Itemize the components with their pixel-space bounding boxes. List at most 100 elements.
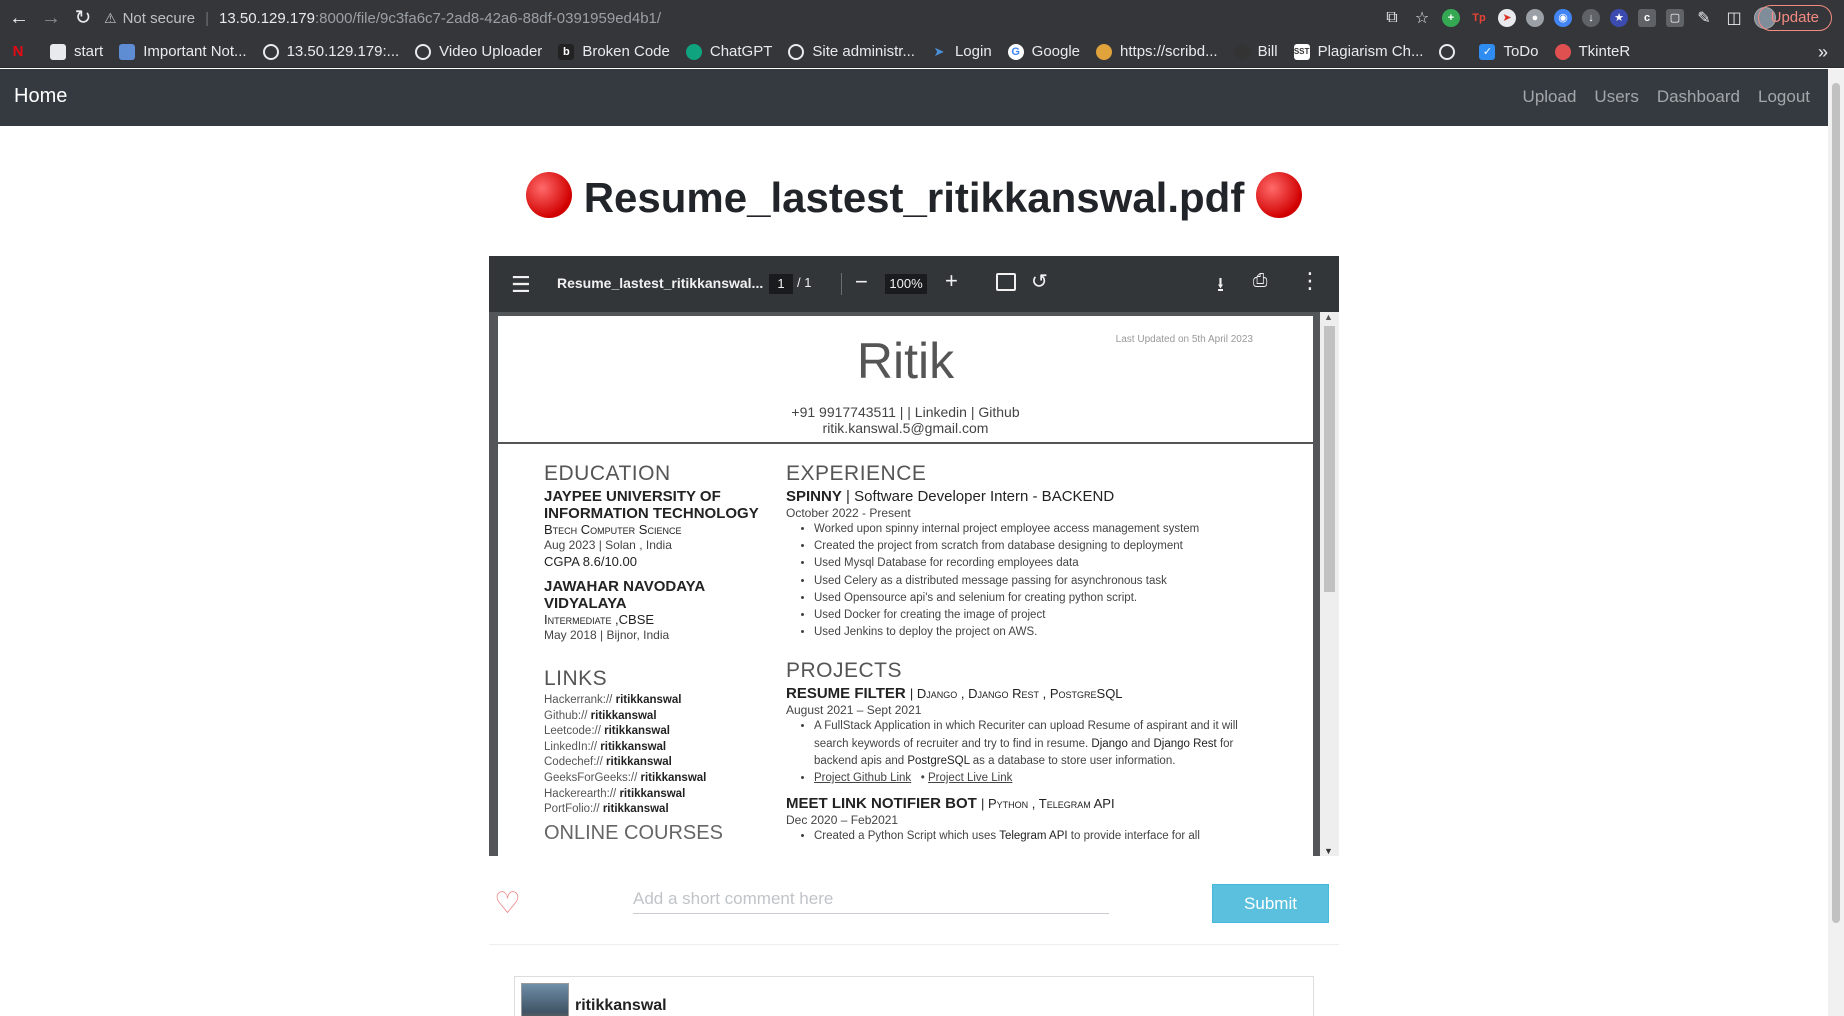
rotate-icon[interactable]: ↺ — [1031, 269, 1048, 294]
bookmark-12[interactable] — [1439, 43, 1463, 60]
submit-button[interactable]: Submit — [1212, 884, 1329, 923]
bookmark-9[interactable]: https://scribd... — [1096, 43, 1218, 60]
link-item[interactable]: GeeksForGeeks:// ritikkanswal — [544, 771, 764, 787]
site-brand-home[interactable]: Home — [14, 85, 67, 108]
page-number-input[interactable]: 1 — [769, 274, 793, 294]
puzzle-icon[interactable]: ✎ — [1694, 8, 1714, 28]
link-item[interactable]: Codechef:// ritikkanswal — [544, 755, 764, 771]
bookmark-7[interactable]: ➤ Login — [931, 43, 992, 60]
zoom-in-icon[interactable]: + — [945, 268, 958, 294]
proj1-name: RESUME FILTER — [786, 685, 906, 703]
download-icon[interactable]: ⭳ — [1217, 270, 1224, 304]
pdf-scrollbar[interactable]: ▲ ▼ — [1320, 312, 1339, 856]
link-item[interactable]: PortFolio:// ritikkanswal — [544, 802, 764, 818]
pdf-scrollbar-thumb[interactable] — [1324, 326, 1335, 592]
link-item[interactable]: LinkedIn:// ritikkanswal — [544, 740, 764, 756]
proj1-stack: | Django , Django Rest , PostgreSQL — [909, 686, 1123, 702]
comment-username[interactable]: ritikkanswal — [575, 997, 667, 1015]
zoom-out-icon[interactable]: − — [855, 269, 868, 295]
scroll-up-icon[interactable]: ▲ — [1324, 312, 1333, 322]
bill-icon — [1233, 43, 1250, 60]
bookmark-1[interactable]: Important Not... — [119, 43, 247, 60]
side-panel-icon[interactable]: ◫ — [1724, 8, 1744, 28]
scroll-down-icon[interactable]: ▼ — [1324, 846, 1333, 856]
proj1-title: RESUME FILTER | Django , Django Rest , P… — [786, 685, 1266, 703]
extension-shield-icon[interactable]: ★ — [1610, 9, 1628, 27]
page-scrollbar-thumb[interactable] — [1832, 83, 1840, 923]
page-scrollbar[interactable] — [1828, 69, 1844, 1016]
proj1-github-link[interactable]: Project Github Link — [814, 772, 911, 784]
extension-arrow-icon[interactable]: ➤ — [1498, 9, 1516, 27]
bookmark-6[interactable]: Site administr... — [788, 43, 915, 60]
print-icon[interactable]: ⎙ — [1253, 270, 1267, 291]
nav-dashboard[interactable]: Dashboard — [1657, 87, 1740, 107]
bookmark-11[interactable]: SST Plagiarism Ch... — [1293, 43, 1423, 60]
bookmark-5[interactable]: ChatGPT — [685, 43, 772, 60]
proj2-title: MEET LINK NOTIFIER BOT | Python , Telegr… — [786, 795, 1266, 813]
job-bullets: Worked upon spinny internal project empl… — [814, 521, 1266, 641]
extension-color-icon[interactable]: ◉ — [1554, 9, 1572, 27]
extension-gray-icon[interactable]: ● — [1526, 9, 1544, 27]
bookmark-0[interactable]: start — [50, 43, 103, 60]
todo-icon: ✓ — [1479, 43, 1496, 60]
bookmark-14[interactable]: TkinteR — [1554, 43, 1630, 60]
proj2-bullets: Created a Python Script which uses Teleg… — [814, 828, 1266, 845]
back-icon[interactable]: ← — [6, 5, 32, 31]
fit-page-icon[interactable] — [996, 273, 1016, 291]
warning-icon: ⚠ — [104, 9, 117, 26]
comment-input[interactable] — [633, 884, 1109, 914]
zoom-level-input[interactable]: 100% — [885, 274, 927, 294]
list-item: Used Mysql Database for recording employ… — [814, 555, 1266, 572]
bookmark-4[interactable]: b Broken Code — [558, 43, 670, 60]
address-bar[interactable]: ⚠ Not secure | 13.50.129.179:8000/file/9… — [104, 4, 1344, 32]
bookmark-2[interactable]: 13.50.129.179:... — [262, 43, 399, 60]
extension-box-icon[interactable]: ▢ — [1666, 9, 1684, 27]
extension-download-icon[interactable]: ↓ — [1582, 9, 1600, 27]
list-item: Created the project from scratch from da… — [814, 538, 1266, 555]
share-icon[interactable]: ⧉ — [1382, 9, 1402, 27]
divider — [489, 944, 1339, 945]
list-item: Used Jenkins to deploy the project on AW… — [814, 624, 1266, 641]
proj1-live-link[interactable]: Project Live Link — [928, 772, 1012, 784]
nav-users[interactable]: Users — [1594, 87, 1638, 107]
security-label: Not secure — [122, 9, 196, 27]
edu2-meta: May 2018 | Bijnor, India — [544, 628, 670, 642]
globe-icon — [788, 43, 805, 60]
heart-icon[interactable]: ♡ — [494, 886, 521, 921]
extension-c-icon[interactable]: c — [1638, 9, 1656, 27]
nav-upload[interactable]: Upload — [1523, 87, 1577, 107]
bookmark-3[interactable]: Video Uploader — [415, 43, 542, 60]
link-item[interactable]: Github:// ritikkanswal — [544, 709, 764, 725]
extension-plus-icon[interactable]: + — [1442, 9, 1460, 27]
nav-logout[interactable]: Logout — [1758, 87, 1810, 107]
resume-name: Ritik — [856, 333, 955, 389]
update-button[interactable]: Update — [1757, 5, 1832, 31]
edu1-meta: Aug 2023 | Solan , India — [544, 538, 672, 552]
link-item[interactable]: Leetcode:// ritikkanswal — [544, 724, 764, 740]
bookmark-netflix[interactable]: N — [10, 43, 34, 60]
url-path: :8000/file/9c3fa6c7-2ad8-42a6-88df-03919… — [314, 9, 662, 27]
reload-icon[interactable]: ↻ — [70, 5, 96, 31]
resume-right-column: EXPERIENCE SPINNY | Software Developer I… — [786, 462, 1266, 845]
chatgpt-icon — [685, 43, 702, 60]
pdf-filename: Resume_lastest_ritikkanswal... — [557, 275, 764, 291]
extension-tp-icon[interactable]: Tp — [1470, 9, 1488, 27]
edu2-name: JAWAHAR NAVODAYA VIDYALAYA — [544, 578, 705, 612]
page-total: / 1 — [797, 275, 812, 290]
menu-icon[interactable]: ☰ — [511, 272, 531, 298]
link-item[interactable]: Hackerrank:// ritikkanswal — [544, 693, 764, 709]
forward-icon[interactable]: → — [38, 5, 64, 31]
bookmark-10[interactable]: Bill — [1233, 43, 1278, 60]
more-options-icon[interactable]: ⋮ — [1299, 268, 1321, 294]
url-separator: | — [205, 9, 210, 27]
edu1-grade: CGPA 8.6/10.00 — [544, 554, 637, 569]
link-item[interactable]: Hackerearth:// ritikkanswal — [544, 787, 764, 803]
bookmark-13[interactable]: ✓ ToDo — [1479, 43, 1539, 60]
toolbar-actions: ⧉ ☆ + Tp ➤ ● ◉ ↓ ★ c ▢ ✎ ◫ — [1382, 0, 1776, 36]
bookmark-8[interactable]: G Google — [1007, 43, 1080, 60]
chevron-right-icon[interactable]: » — [1818, 36, 1828, 68]
resume-left-column: EDUCATION JAYPEE UNIVERSITY OF INFORMATI… — [544, 462, 764, 845]
proj1-dates: August 2021 – Sept 2021 — [786, 703, 922, 718]
site-navbar: Home Upload Users Dashboard Logout — [0, 69, 1828, 126]
bookmark-star-icon[interactable]: ☆ — [1412, 8, 1432, 28]
